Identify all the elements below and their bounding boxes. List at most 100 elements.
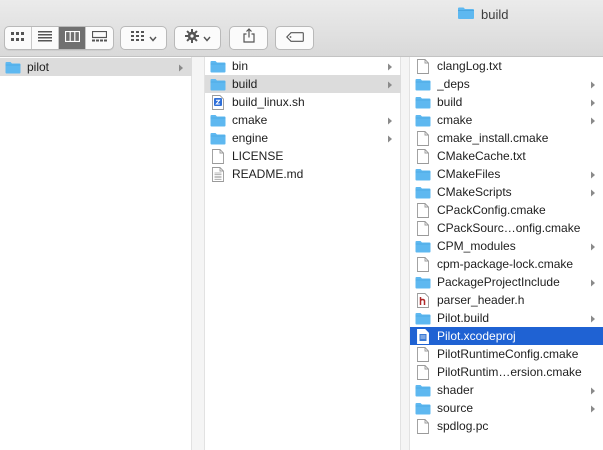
list-item[interactable]: parser_header.h bbox=[410, 291, 603, 309]
list-item[interactable]: cpm-package-lock.cmake bbox=[410, 255, 603, 273]
list-item-label: source bbox=[437, 401, 474, 415]
list-item[interactable]: build bbox=[410, 93, 603, 111]
list-item[interactable]: source bbox=[410, 399, 603, 417]
list-item-label: parser_header.h bbox=[437, 293, 525, 307]
list-item[interactable]: Pilot.build bbox=[410, 309, 603, 327]
list-item[interactable]: README.md bbox=[205, 165, 401, 183]
list-item[interactable]: CPM_modules bbox=[410, 237, 603, 255]
list-view-icon bbox=[38, 29, 52, 47]
folder-icon bbox=[415, 238, 431, 254]
chevron-right-icon bbox=[385, 115, 395, 125]
list-item[interactable]: engine bbox=[205, 129, 401, 147]
window-title: build bbox=[457, 6, 508, 22]
folder-icon bbox=[415, 184, 431, 200]
list-view-button[interactable] bbox=[32, 27, 59, 49]
list-item-label: spdlog.pc bbox=[437, 419, 489, 433]
tag-icon bbox=[285, 29, 304, 47]
list-item[interactable]: spdlog.pc bbox=[410, 417, 603, 435]
list-item[interactable]: LICENSE bbox=[205, 147, 401, 165]
folder-icon bbox=[415, 400, 431, 416]
share-icon bbox=[242, 28, 255, 48]
list-item-label: cpm-package-lock.cmake bbox=[437, 257, 574, 271]
chevron-right-icon bbox=[176, 62, 186, 72]
chevron-right-icon bbox=[588, 97, 598, 107]
list-item[interactable]: PackageProjectInclude bbox=[410, 273, 603, 291]
chevron-right-icon bbox=[588, 241, 598, 251]
share-button[interactable] bbox=[229, 26, 268, 50]
document-icon bbox=[210, 148, 226, 164]
list-item[interactable]: CPackSourc…onfig.cmake bbox=[410, 219, 603, 237]
document-icon bbox=[415, 220, 431, 236]
column-resize-handle[interactable] bbox=[401, 57, 409, 450]
chevron-right-icon bbox=[588, 385, 598, 395]
chevron-right-icon bbox=[588, 187, 598, 197]
list-item-label: build bbox=[437, 95, 463, 109]
action-button[interactable] bbox=[174, 26, 221, 50]
list-item[interactable]: bin bbox=[205, 57, 401, 75]
list-item[interactable]: build_linux.sh bbox=[205, 93, 401, 111]
list-item-label: PilotRuntim…ersion.cmake bbox=[437, 365, 582, 379]
folder-icon bbox=[415, 166, 431, 182]
header-file-icon bbox=[415, 292, 431, 308]
column-view-button[interactable] bbox=[59, 27, 86, 49]
list-item[interactable]: CMakeFiles bbox=[410, 165, 603, 183]
chevron-right-icon bbox=[588, 277, 598, 287]
chevron-right-icon bbox=[385, 61, 395, 71]
list-item-label: bin bbox=[232, 59, 249, 73]
icon-view-icon bbox=[11, 29, 25, 47]
document-icon bbox=[415, 202, 431, 218]
list-item-label: Pilot.build bbox=[437, 311, 490, 325]
list-item[interactable]: CPackConfig.cmake bbox=[410, 201, 603, 219]
folder-icon bbox=[210, 130, 226, 146]
list-item[interactable]: Pilot.xcodeproj bbox=[410, 327, 603, 345]
folder-icon bbox=[415, 310, 431, 326]
list-item[interactable]: PilotRuntim…ersion.cmake bbox=[410, 363, 603, 381]
list-item-label: CMakeScripts bbox=[437, 185, 512, 199]
column-resize-handle[interactable] bbox=[192, 57, 204, 450]
folder-icon bbox=[415, 94, 431, 110]
icon-view-button[interactable] bbox=[5, 27, 32, 49]
column-1: pilot bbox=[0, 57, 192, 450]
list-item-label: README.md bbox=[232, 167, 304, 181]
column-3: clangLog.txt _depsbuild cmake cmake_install… bbox=[409, 57, 603, 450]
list-item[interactable]: CMakeScripts bbox=[410, 183, 603, 201]
tag-button[interactable] bbox=[275, 26, 314, 50]
list-item-label: LICENSE bbox=[232, 149, 284, 163]
list-item[interactable]: shader bbox=[410, 381, 603, 399]
list-item-label: CMakeFiles bbox=[437, 167, 501, 181]
list-item[interactable]: pilot bbox=[0, 58, 192, 76]
text-document-icon bbox=[210, 166, 226, 182]
list-item[interactable]: cmake bbox=[205, 111, 401, 129]
list-item-label: pilot bbox=[27, 60, 50, 74]
document-icon bbox=[415, 364, 431, 380]
document-icon bbox=[415, 418, 431, 434]
list-item[interactable]: clangLog.txt bbox=[410, 57, 603, 75]
list-item-label: PilotRuntimeConfig.cmake bbox=[437, 347, 579, 361]
list-item[interactable]: _deps bbox=[410, 75, 603, 93]
folder-icon bbox=[5, 59, 21, 75]
folder-icon bbox=[415, 274, 431, 290]
chevron-right-icon bbox=[385, 133, 395, 143]
list-item[interactable]: cmake bbox=[410, 111, 603, 129]
gear-icon bbox=[184, 28, 199, 48]
list-item[interactable]: PilotRuntimeConfig.cmake bbox=[410, 345, 603, 363]
chevron-down-icon bbox=[148, 29, 157, 47]
document-icon bbox=[415, 256, 431, 272]
chevron-right-icon bbox=[588, 313, 598, 323]
list-item-label: CPM_modules bbox=[437, 239, 516, 253]
list-item-label: Pilot.xcodeproj bbox=[437, 329, 516, 343]
chevron-right-icon bbox=[588, 403, 598, 413]
list-item[interactable]: cmake_install.cmake bbox=[410, 129, 603, 147]
list-item[interactable]: build bbox=[205, 75, 401, 93]
list-item-label: engine bbox=[232, 131, 269, 145]
group-by-button[interactable] bbox=[120, 26, 167, 50]
list-item-label: CPackConfig.cmake bbox=[437, 203, 546, 217]
gallery-view-button[interactable] bbox=[86, 27, 113, 49]
chevron-right-icon bbox=[588, 169, 598, 179]
list-item-label: _deps bbox=[437, 77, 470, 91]
folder-icon bbox=[415, 112, 431, 128]
column-browser: pilot bin build build_linux.sh cmake engine L… bbox=[0, 57, 603, 450]
list-item[interactable]: CMakeCache.txt bbox=[410, 147, 603, 165]
list-item-label: CPackSourc…onfig.cmake bbox=[437, 221, 581, 235]
document-icon bbox=[415, 346, 431, 362]
